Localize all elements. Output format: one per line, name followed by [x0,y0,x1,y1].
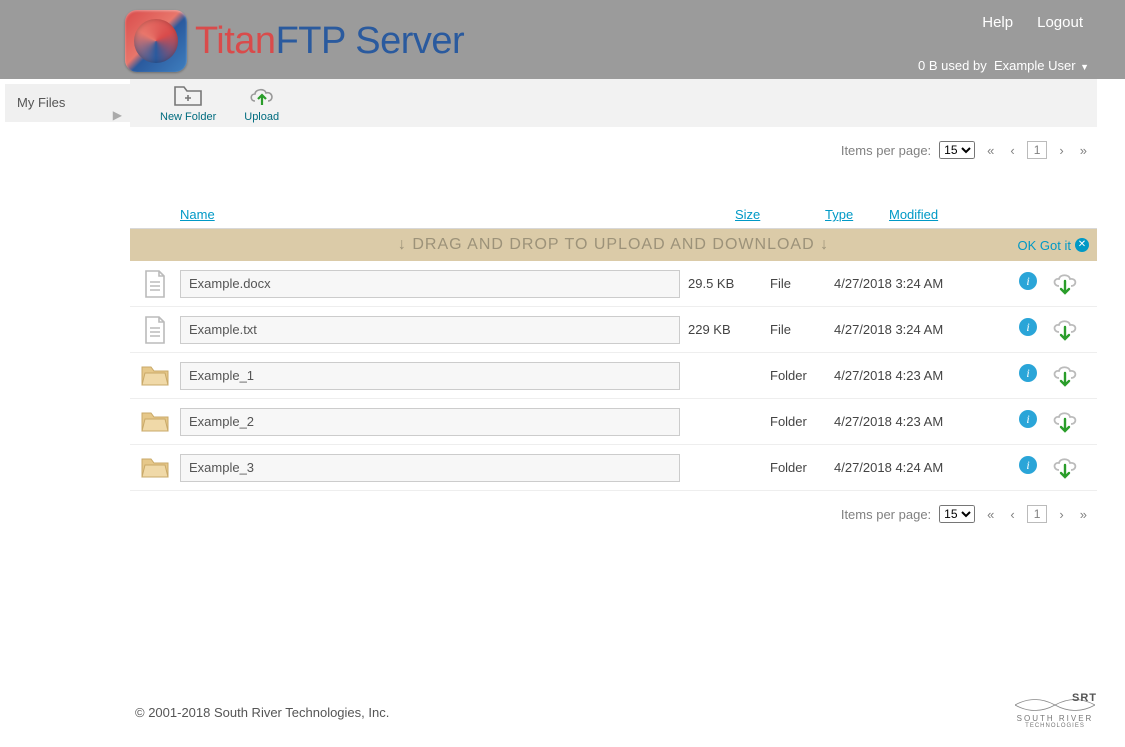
type-cell: Folder [770,368,834,383]
cloud-upload-icon [244,83,279,109]
footer-company: SOUTH RIVER [1015,714,1095,723]
caret-down-icon: ▼ [1078,62,1089,72]
dismiss-label: OK Got it [1018,238,1071,253]
pager-label: Items per page: [841,507,931,522]
pager-label: Items per page: [841,143,931,158]
pager-next[interactable]: › [1055,143,1067,158]
size-cell: 29.5 KB [680,276,770,291]
filename-input[interactable] [180,362,680,390]
download-icon[interactable] [1051,410,1079,434]
table-row: Folder4/27/2018 4:23 AM i [130,399,1097,445]
table-row: 29.5 KBFile4/27/2018 3:24 AM i [130,261,1097,307]
filename-input[interactable] [180,454,680,482]
type-cell: Folder [770,460,834,475]
pager-current: 1 [1027,505,1048,523]
modified-cell: 4/27/2018 4:23 AM [834,368,974,383]
filename-input[interactable] [180,316,680,344]
info-icon[interactable]: i [1019,318,1037,336]
logout-link[interactable]: Logout [1037,14,1083,31]
pager-bottom: Items per page: 15 « ‹ 1 › » [130,491,1097,537]
per-page-select[interactable]: 15 [939,141,975,159]
footer-copyright: © 2001-2018 South River Technologies, In… [135,705,389,720]
close-icon: ✕ [1075,238,1089,252]
pager-current: 1 [1027,141,1048,159]
download-icon[interactable] [1051,456,1079,480]
brand-titan: Titan [195,20,276,62]
brand-logo: TitanFTP Server [125,10,464,72]
brand-text: TitanFTP Server [195,20,464,63]
help-link[interactable]: Help [982,14,1013,31]
size-cell: 229 KB [680,322,770,337]
folder-icon [130,455,180,481]
new-folder-button[interactable]: New Folder [160,83,216,123]
type-cell: File [770,276,834,291]
file-icon [130,315,180,345]
footer-logo: SRT SOUTH RIVER TECHNOLOGIES [1015,696,1095,729]
download-icon[interactable] [1051,272,1079,296]
pager-first[interactable]: « [983,507,998,522]
sidebar-label: My Files [17,95,65,110]
folder-icon [130,363,180,389]
file-icon [130,269,180,299]
sort-name[interactable]: Name [180,207,215,222]
folder-plus-icon [160,83,216,109]
modified-cell: 4/27/2018 3:24 AM [834,322,974,337]
pager-next[interactable]: › [1055,507,1067,522]
pager-first[interactable]: « [983,143,998,158]
sort-modified[interactable]: Modified [889,207,938,222]
per-page-select[interactable]: 15 [939,505,975,523]
sidebar-tab-myfiles[interactable]: My Files ▶ [5,84,130,122]
table-row: Folder4/27/2018 4:24 AM i [130,445,1097,491]
footer-srt: SRT [1072,692,1097,704]
dnd-banner-text: ↓ DRAG AND DROP TO UPLOAD AND DOWNLOAD ↓ [130,236,1097,254]
toolbar: New Folder Upload [130,79,1097,127]
pager-prev[interactable]: ‹ [1006,507,1018,522]
table-header: Name Size Type Modified [130,201,1097,229]
chevron-right-icon: ▶ [113,96,122,134]
table-row: Folder4/27/2018 4:23 AM i [130,353,1097,399]
upload-button[interactable]: Upload [244,83,279,123]
new-folder-label: New Folder [160,111,216,123]
dismiss-banner-button[interactable]: OK Got it ✕ [1018,238,1089,253]
footer-tech: TECHNOLOGIES [1015,723,1095,729]
sort-size[interactable]: Size [735,207,760,222]
header-status: 0 B used by Example User ▼ [918,58,1089,73]
upload-label: Upload [244,111,279,123]
pager-last[interactable]: » [1076,507,1091,522]
info-icon[interactable]: i [1019,456,1037,474]
modified-cell: 4/27/2018 4:23 AM [834,414,974,429]
filename-input[interactable] [180,408,680,436]
pager-last[interactable]: » [1076,143,1091,158]
download-icon[interactable] [1051,364,1079,388]
sort-type[interactable]: Type [825,207,853,222]
pager-prev[interactable]: ‹ [1006,143,1018,158]
type-cell: File [770,322,834,337]
download-icon[interactable] [1051,318,1079,342]
info-icon[interactable]: i [1019,410,1037,428]
brand-swirl-icon [125,10,187,72]
modified-cell: 4/27/2018 4:24 AM [834,460,974,475]
user-menu[interactable]: Example User ▼ [994,58,1089,73]
pager-top: Items per page: 15 « ‹ 1 › » [130,127,1097,173]
header-bar: TitanFTP Server Help Logout 0 B used by … [0,0,1125,79]
info-icon[interactable]: i [1019,364,1037,382]
type-cell: Folder [770,414,834,429]
dnd-banner: ↓ DRAG AND DROP TO UPLOAD AND DOWNLOAD ↓… [130,229,1097,261]
folder-icon [130,409,180,435]
table-row: 229 KBFile4/27/2018 3:24 AM i [130,307,1097,353]
modified-cell: 4/27/2018 3:24 AM [834,276,974,291]
brand-ftpserver: FTP Server [276,20,465,62]
usage-text: 0 B used by [918,58,987,73]
footer: © 2001-2018 South River Technologies, In… [0,684,1125,747]
info-icon[interactable]: i [1019,272,1037,290]
filename-input[interactable] [180,270,680,298]
